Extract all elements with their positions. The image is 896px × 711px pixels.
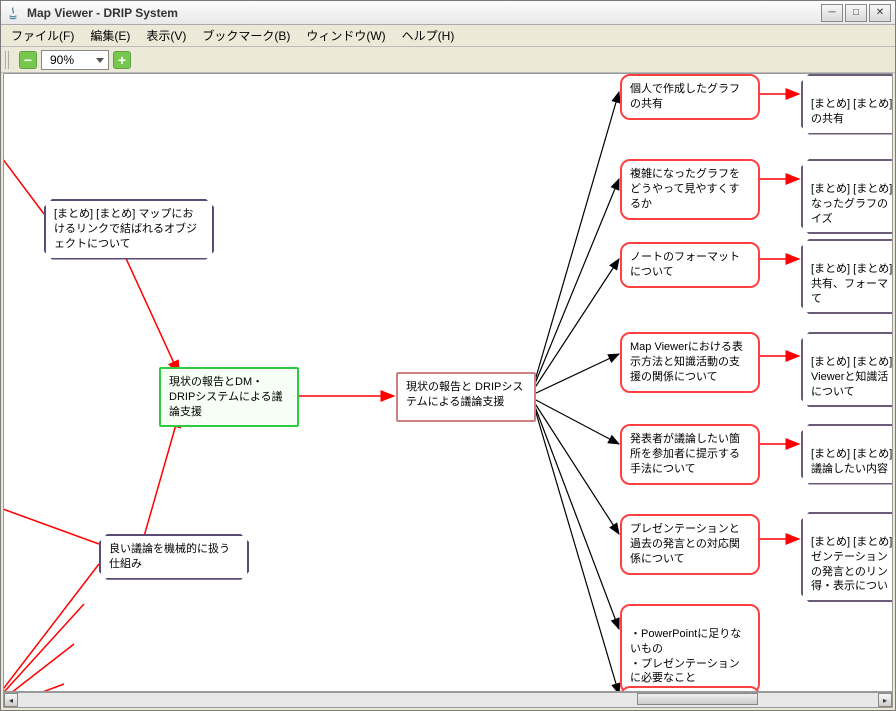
menu-window[interactable]: ウィンドウ(W) — [302, 25, 389, 46]
node-green-report[interactable]: 現状の報告とDM・DRIPシステムによる議論支援 — [159, 367, 299, 427]
node-summary-r6[interactable]: [まとめ] [まとめ] なったグラフの イズ — [801, 159, 893, 234]
node-powerpoint[interactable]: ・PowerPointに足りないもの ・プレゼンテーションに必要なこと — [620, 604, 760, 692]
node-note-format[interactable]: ノートのフォーマットについて — [620, 242, 760, 288]
toolbar: − 90% + — [1, 47, 895, 73]
node-summary-r9[interactable]: [まとめ] [まとめ] 議論したい内容 — [801, 424, 893, 485]
zoom-in-button[interactable]: + — [113, 51, 131, 69]
menubar: ファイル(F) 編集(E) 表示(V) ブックマーク(B) ウィンドウ(W) ヘ… — [1, 25, 895, 47]
menu-help[interactable]: ヘルプ(H) — [398, 25, 459, 46]
node-text: 個人で作成したグラフの共有 — [630, 83, 740, 110]
node-summary-r8[interactable]: [まとめ] [まとめ] Viewerと知識活 について — [801, 332, 893, 407]
node-text: [まとめ] [まとめ] なったグラフの イズ — [811, 183, 892, 225]
close-button[interactable]: ✕ — [869, 4, 891, 22]
zoom-out-button[interactable]: − — [19, 51, 37, 69]
node-presentation-mapping[interactable]: プレゼンテーションと過去の発言との対応関係について — [620, 514, 760, 575]
node-text: ・PowerPointに足りないもの ・プレゼンテーションに必要なこと — [630, 628, 741, 685]
menu-view[interactable]: 表示(V) — [142, 25, 190, 46]
diagram-canvas[interactable]: [まとめ] [まとめ] マップにおけるリンクで結ばれるオブジェクトについて 現状… — [3, 73, 893, 692]
node-text: 現状の報告とDM・DRIPシステムによる議論支援 — [169, 376, 283, 418]
app-icon — [5, 5, 21, 21]
node-text: [まとめ] [まとめ] 議論したい内容 — [811, 448, 892, 475]
node-text: プレゼンテーションと過去の発言との対応関係について — [630, 523, 740, 565]
node-text: 複雑になったグラフをどうやって見やすくするか — [630, 168, 740, 210]
window-title: Map Viewer - DRIP System — [27, 6, 821, 20]
node-text: [まとめ] [まとめ] の共有 — [811, 98, 892, 125]
node-project-meeting[interactable]: プロジェクトミーティングにおけるDRIPシステム — [620, 686, 760, 692]
node-mapviewer-display[interactable]: Map Viewerにおける表示方法と知識活動の支援の関係について — [620, 332, 760, 393]
toolbar-grip[interactable] — [5, 51, 11, 69]
titlebar: Map Viewer - DRIP System ─ □ ✕ — [1, 1, 895, 25]
zoom-value: 90% — [50, 53, 74, 67]
scroll-track[interactable] — [18, 693, 878, 707]
maximize-button[interactable]: □ — [845, 4, 867, 22]
node-text: 良い議論を機械的に扱う仕組み — [109, 543, 230, 570]
node-good-discussion[interactable]: 良い議論を機械的に扱う仕組み — [99, 534, 249, 580]
node-presenter-topic[interactable]: 発表者が議論したい箇所を参加者に提示する手法について — [620, 424, 760, 485]
node-text: [まとめ] [まとめ] 共有、フォーマ て — [811, 263, 892, 305]
hscrollbar[interactable]: ◂ ▸ — [3, 692, 893, 708]
node-complex-graph[interactable]: 複雑になったグラフをどうやって見やすくするか — [620, 159, 760, 220]
menu-edit[interactable]: 編集(E) — [86, 25, 134, 46]
scroll-right-button[interactable]: ▸ — [878, 693, 892, 707]
node-summary-links[interactable]: [まとめ] [まとめ] マップにおけるリンクで結ばれるオブジェクトについて — [44, 199, 214, 260]
menu-bookmark[interactable]: ブックマーク(B) — [198, 25, 294, 46]
zoom-select[interactable]: 90% — [41, 50, 109, 70]
node-text: [まとめ] [まとめ] ゼンテーション の発言とのリン 得・表示につい — [811, 536, 892, 593]
node-share-graph[interactable]: 個人で作成したグラフの共有 — [620, 74, 760, 120]
minimize-button[interactable]: ─ — [821, 4, 843, 22]
node-summary-r10[interactable]: [まとめ] [まとめ] ゼンテーション の発言とのリン 得・表示につい — [801, 512, 893, 602]
node-text: Map Viewerにおける表示方法と知識活動の支援の関係について — [630, 341, 743, 383]
node-text: 発表者が議論したい箇所を参加者に提示する手法について — [630, 433, 740, 475]
node-text: ノートのフォーマットについて — [630, 251, 740, 278]
node-drip-report[interactable]: 現状の報告と DRIPシステムによる議論支援 — [396, 372, 536, 422]
node-summary-r5[interactable]: [まとめ] [まとめ] の共有 — [801, 74, 893, 135]
node-text: [まとめ] [まとめ] マップにおけるリンクで結ばれるオブジェクトについて — [54, 208, 197, 250]
node-text: [まとめ] [まとめ] Viewerと知識活 について — [811, 356, 892, 398]
menu-file[interactable]: ファイル(F) — [7, 25, 78, 46]
node-text: 現状の報告と DRIPシステムによる議論支援 — [406, 381, 523, 408]
scroll-thumb[interactable] — [637, 693, 757, 705]
scroll-left-button[interactable]: ◂ — [4, 693, 18, 707]
node-summary-r7[interactable]: [まとめ] [まとめ] 共有、フォーマ て — [801, 239, 893, 314]
